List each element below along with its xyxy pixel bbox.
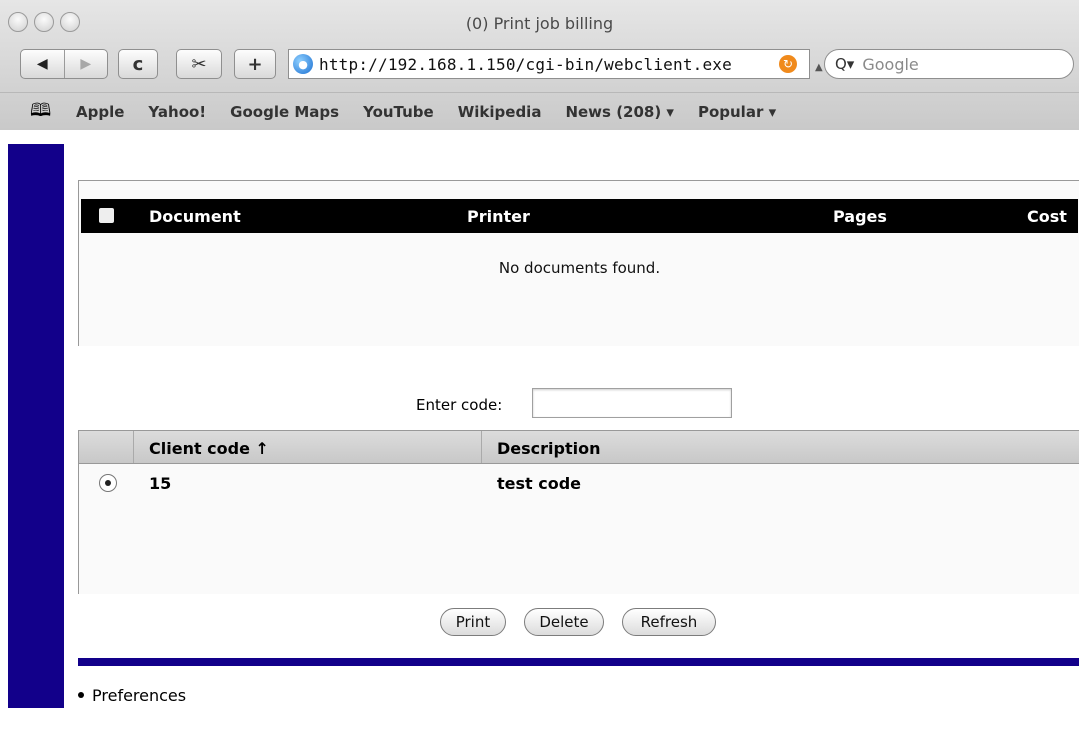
action-buttons: Print Delete Refresh [72, 608, 1079, 638]
code-entry-row: Enter code: [72, 388, 1079, 420]
delete-button[interactable]: Delete [524, 608, 604, 636]
refresh-status-icon[interactable]: ↻ [779, 55, 797, 73]
back-arrow-icon[interactable]: ◀ [21, 50, 65, 78]
preferences-link[interactable]: Preferences [92, 686, 186, 705]
header-divider [133, 431, 134, 463]
add-bookmark-button[interactable]: + [234, 49, 276, 79]
col-description[interactable]: Description [497, 439, 600, 458]
col-pages[interactable]: Pages [833, 207, 887, 226]
window-title: (0) Print job billing [465, 14, 614, 33]
side-navigation-strip [8, 144, 64, 708]
select-all-checkbox[interactable] [99, 208, 114, 223]
col-cost[interactable]: Cost [1027, 207, 1067, 226]
search-icon: Q▾ [835, 55, 855, 73]
web-page: Document Printer Pages Cost No documents… [0, 130, 1079, 732]
col-printer[interactable]: Printer [467, 207, 530, 226]
documents-panel: Document Printer Pages Cost No documents… [78, 180, 1079, 346]
bookmark-google-maps[interactable]: Google Maps [230, 103, 339, 121]
browser-chrome: (0) Print job billing ◀ ▶ c ✂ + ● http:/… [0, 0, 1079, 130]
browser-toolbar: ◀ ▶ c ✂ + ● http://192.168.1.150/cgi-bin… [0, 44, 1079, 84]
snapback-button[interactable]: ✂ [176, 49, 222, 79]
bookmark-youtube[interactable]: YouTube [363, 103, 434, 121]
client-codes-header: Client code ↑ Description [79, 430, 1079, 464]
documents-empty-message: No documents found. [498, 259, 661, 277]
bookmarks-book-icon[interactable]: 🕮 [30, 101, 56, 121]
documents-table-header: Document Printer Pages Cost [81, 199, 1078, 233]
reload-button[interactable]: c [118, 49, 158, 79]
address-url: http://192.168.1.150/cgi-bin/webclient.e… [319, 54, 732, 74]
client-codes-panel: Client code ↑ Description 15 test code [78, 430, 1079, 594]
bookmark-yahoo[interactable]: Yahoo! [148, 103, 206, 121]
bookmark-wikipedia[interactable]: Wikipedia [458, 103, 542, 121]
refresh-button[interactable]: Refresh [622, 608, 716, 636]
bookmark-popular[interactable]: Popular ▾ [698, 103, 776, 121]
scissors-icon: ✂ [191, 53, 207, 75]
search-placeholder: Google [862, 54, 919, 74]
code-input[interactable] [532, 388, 732, 418]
address-bar[interactable]: ● http://192.168.1.150/cgi-bin/webclient… [288, 49, 810, 79]
dropdown-caret-icon[interactable]: ▲ [815, 62, 823, 73]
reload-icon: c [132, 53, 144, 75]
bookmark-news[interactable]: News (208) ▾ [565, 103, 674, 121]
header-divider [481, 431, 482, 463]
window-titlebar: (0) Print job billing [0, 0, 1079, 40]
search-field[interactable]: Q▾ Google [824, 49, 1074, 79]
plus-icon: + [247, 53, 263, 75]
preferences-item: Preferences [78, 686, 186, 705]
bookmark-apple[interactable]: Apple [76, 103, 124, 121]
main-content: Document Printer Pages Cost No documents… [72, 130, 1079, 732]
code-label: Enter code: [416, 396, 503, 414]
col-document[interactable]: Document [149, 207, 241, 226]
client-description-cell: test code [497, 474, 582, 493]
back-forward-group: ◀ ▶ [20, 49, 108, 79]
client-radio-button[interactable] [99, 474, 117, 492]
client-code-cell: 15 [149, 474, 172, 493]
forward-arrow-icon[interactable]: ▶ [65, 50, 108, 78]
print-button[interactable]: Print [440, 608, 506, 636]
divider-rule [78, 658, 1079, 666]
bookmarks-bar: 🕮 Apple Yahoo! Google Maps YouTube Wikip… [0, 92, 1079, 130]
col-client-code[interactable]: Client code ↑ [149, 439, 269, 458]
bullet-icon [78, 691, 84, 698]
globe-icon: ● [293, 54, 313, 74]
table-row[interactable]: 15 test code [79, 470, 1079, 496]
